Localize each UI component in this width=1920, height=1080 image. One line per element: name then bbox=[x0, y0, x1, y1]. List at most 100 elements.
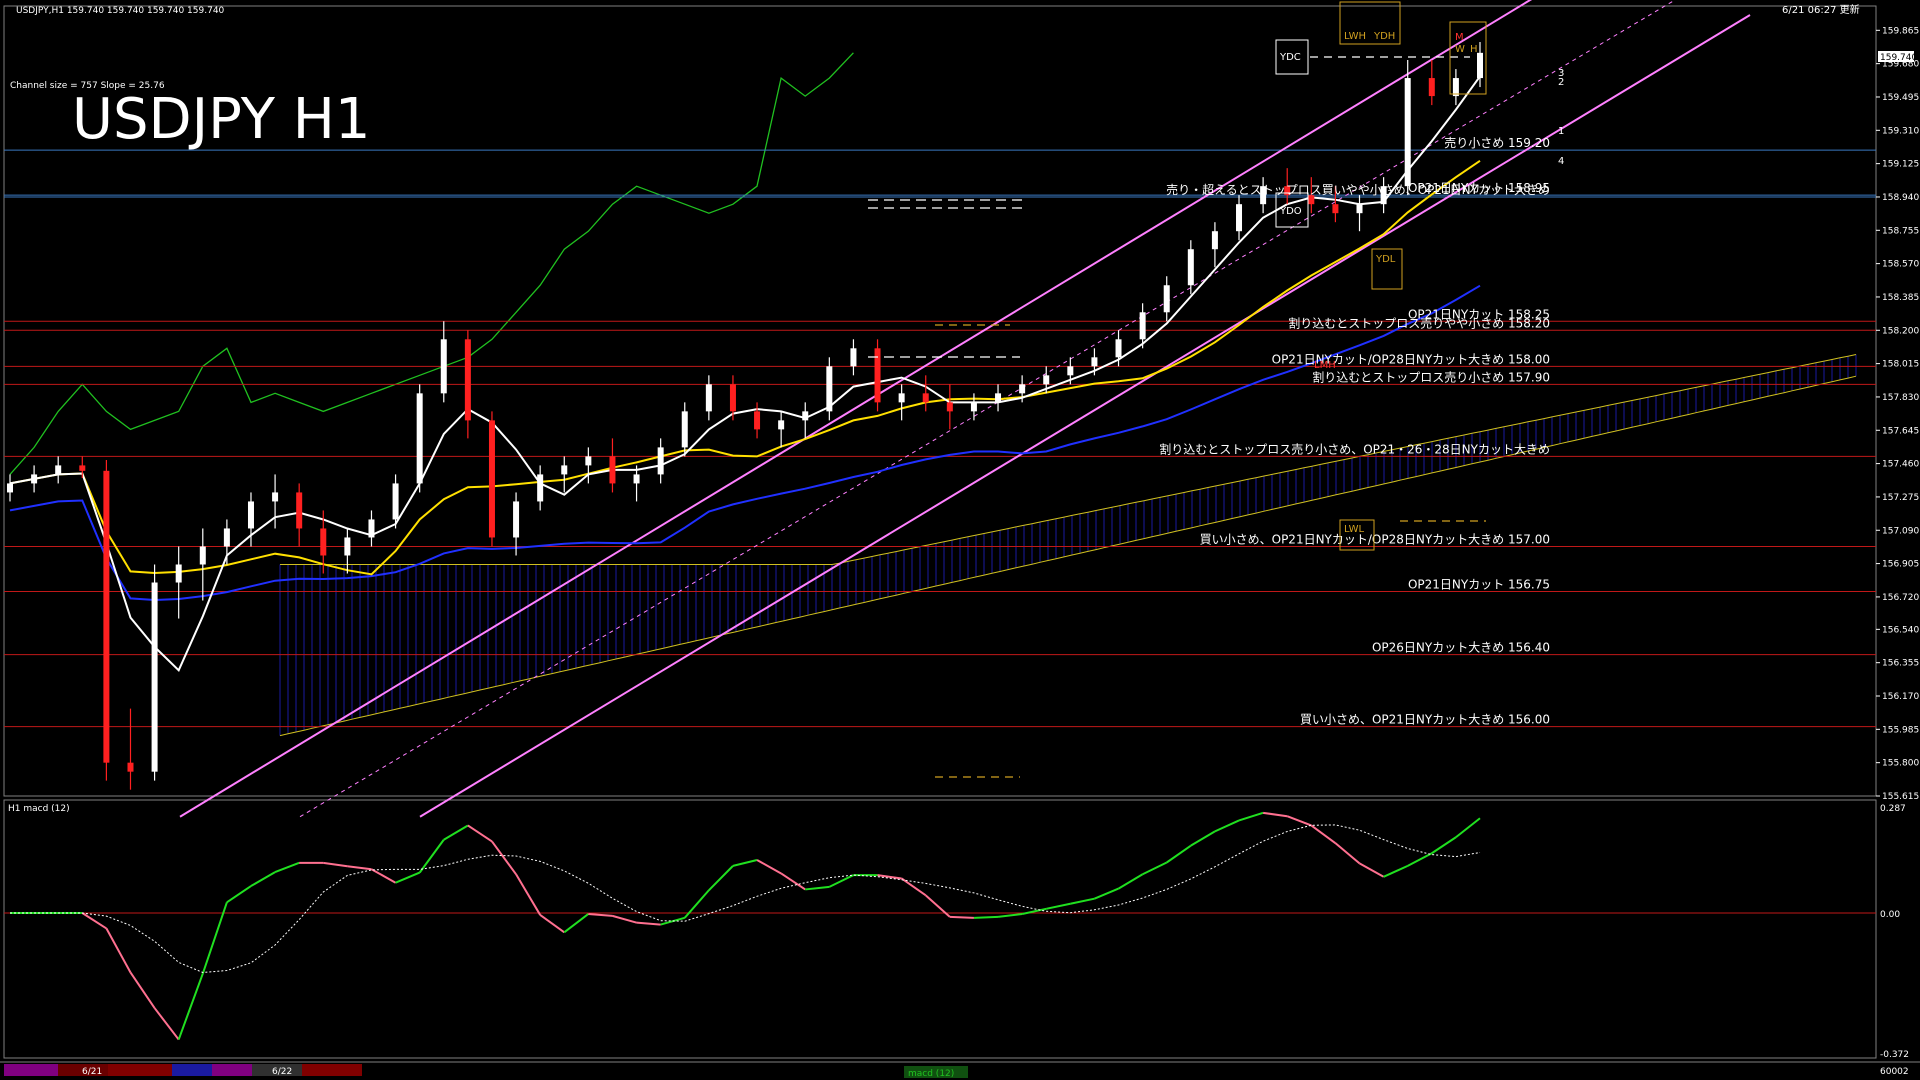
macd-segment bbox=[684, 889, 710, 919]
candle-body bbox=[392, 483, 399, 520]
macd-segment bbox=[395, 871, 421, 884]
candle-body bbox=[995, 393, 1002, 403]
time-axis-bar: 6/21 6/22 macd (12) 60002 bbox=[4, 1064, 1909, 1079]
macd-segment bbox=[105, 927, 132, 973]
candle-body bbox=[633, 474, 640, 484]
candle-body bbox=[1236, 204, 1243, 232]
candle-body bbox=[826, 366, 833, 412]
price-axis-label: 158.200 bbox=[1882, 326, 1919, 336]
price-axis-label: 157.275 bbox=[1882, 493, 1919, 503]
price-axis-label: 159.865 bbox=[1882, 26, 1919, 36]
macd-segment bbox=[756, 859, 782, 875]
candle-body bbox=[488, 420, 495, 538]
macd-segment bbox=[805, 885, 830, 891]
macd-segment bbox=[973, 915, 999, 919]
macd-segment bbox=[323, 861, 348, 868]
price-axis-label: 159.495 bbox=[1882, 93, 1919, 103]
macd-segment bbox=[997, 912, 1023, 918]
price-axis-label: 157.460 bbox=[1882, 460, 1919, 470]
candle-body bbox=[513, 501, 520, 538]
candle-body bbox=[103, 470, 110, 763]
price-axis-label: 157.645 bbox=[1882, 426, 1919, 436]
macd-segment bbox=[1070, 897, 1095, 905]
candle-body bbox=[1043, 375, 1050, 385]
macd-panel-frame bbox=[3, 799, 1877, 1059]
price-axis-label: 156.905 bbox=[1882, 560, 1919, 570]
candle-body bbox=[175, 564, 182, 583]
price-axis-label: 156.170 bbox=[1882, 692, 1919, 702]
candle-body bbox=[1067, 366, 1074, 376]
candle-body bbox=[705, 384, 712, 412]
macd-segment bbox=[1094, 887, 1119, 900]
channel-mid bbox=[299, 0, 1676, 818]
m-tag: M bbox=[1455, 32, 1464, 43]
channel-upper bbox=[179, 0, 1533, 818]
macd-segment bbox=[636, 921, 661, 926]
price-axis-label: 156.540 bbox=[1882, 625, 1919, 635]
time-label-6-22: 6/22 bbox=[272, 1067, 292, 1077]
price-axis-label: 158.385 bbox=[1882, 293, 1919, 303]
ydl-tag: YDL bbox=[1375, 254, 1396, 265]
macd-segment bbox=[1359, 862, 1385, 878]
chart-frames bbox=[0, 5, 1920, 1063]
channel-number-4: 4 bbox=[1558, 156, 1564, 167]
macd-segment bbox=[708, 865, 734, 891]
macd-segment bbox=[491, 840, 517, 875]
level-labels: 売り小さめ 159.20OP21日NYカット 158.95売り・超えるとストップ… bbox=[1159, 135, 1550, 727]
macd-axis-top: 0.287 bbox=[1880, 804, 1906, 814]
candle-body bbox=[1211, 231, 1218, 250]
price-axis-label: 158.755 bbox=[1882, 226, 1919, 236]
price-axis-label: 155.800 bbox=[1882, 759, 1919, 769]
candle-body bbox=[1356, 204, 1363, 214]
candle-body bbox=[802, 411, 809, 421]
macd-segment bbox=[274, 861, 300, 874]
candle-body bbox=[609, 456, 616, 484]
macd-segment bbox=[370, 868, 397, 884]
candle-body bbox=[1452, 78, 1459, 97]
price-axis-label: 159.125 bbox=[1882, 160, 1919, 170]
candle-body bbox=[127, 762, 134, 772]
ydh-tag: YDH bbox=[1373, 31, 1395, 42]
candle-body bbox=[368, 519, 375, 538]
candle-body bbox=[681, 411, 688, 448]
macd-segment bbox=[732, 859, 758, 867]
level-label: 売り・超えるとストップロス買いやや小さめ、OP21日NYカット大きめ bbox=[1166, 182, 1550, 197]
macd-segment bbox=[1407, 852, 1433, 867]
ydc-tag: YDC bbox=[1279, 52, 1301, 63]
lmh-tag: LMH bbox=[1314, 360, 1336, 371]
price-axis-label: 157.830 bbox=[1882, 393, 1919, 403]
candle-body bbox=[970, 402, 977, 412]
macd-axis-zero: 0.00 bbox=[1880, 910, 1900, 920]
ydo-tag: YDO bbox=[1279, 206, 1302, 217]
candle-body bbox=[464, 339, 471, 421]
candle-body bbox=[537, 474, 544, 502]
macd-segment bbox=[901, 877, 927, 897]
time-axis-bottom-right: 60002 bbox=[1880, 1067, 1909, 1077]
channel-lower bbox=[419, 14, 1751, 818]
macd-segment bbox=[153, 1007, 180, 1041]
macd-segment bbox=[1262, 811, 1288, 818]
level-label: 割り込むとストップロス売り小さめ、OP21・26・28日NYカット大きめ bbox=[1159, 441, 1550, 456]
price-axis-label: 156.720 bbox=[1882, 593, 1919, 603]
macd-segment bbox=[129, 971, 156, 1009]
macd-segment bbox=[1142, 861, 1168, 876]
candle-body bbox=[344, 537, 351, 556]
macd-segment bbox=[1310, 824, 1337, 844]
candle-body bbox=[754, 411, 761, 430]
page-title: USDJPY H1 bbox=[72, 87, 370, 152]
chart-canvas[interactable]: 売り小さめ 159.20OP21日NYカット 158.95売り・超えるとストップ… bbox=[0, 0, 1920, 1080]
candles bbox=[7, 42, 1483, 790]
macd-segment bbox=[539, 914, 565, 934]
macd-segment bbox=[588, 912, 613, 917]
candle-body bbox=[1163, 285, 1170, 313]
price-axis-label: 155.615 bbox=[1882, 792, 1919, 802]
candle-body bbox=[31, 474, 38, 484]
candle-body bbox=[416, 393, 423, 484]
candle-body bbox=[1019, 384, 1026, 394]
candle-body bbox=[247, 501, 254, 529]
candle-body bbox=[79, 465, 86, 471]
macd-segment bbox=[1455, 817, 1481, 839]
macd-segment bbox=[1118, 873, 1144, 890]
current-price-label: 159.740 bbox=[1880, 53, 1917, 63]
macd-segment bbox=[925, 894, 951, 918]
